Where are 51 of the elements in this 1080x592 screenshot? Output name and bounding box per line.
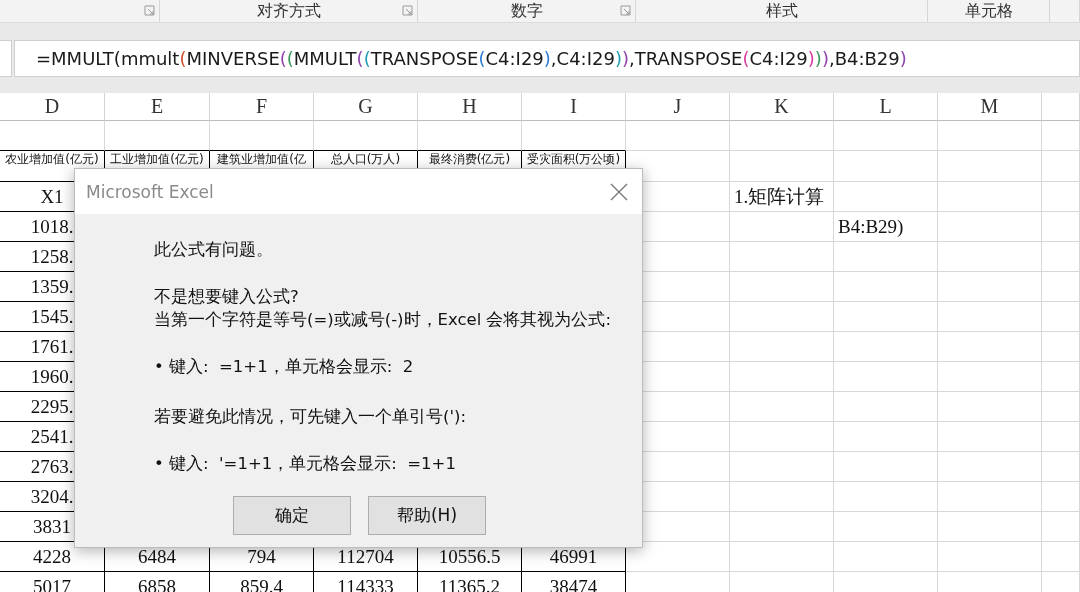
dialog-button[interactable]: 确定 (233, 496, 351, 535)
dialog-button[interactable]: 帮助(H) (368, 496, 486, 535)
dialog-launcher-icon[interactable] (402, 5, 413, 16)
column-header[interactable]: L (834, 93, 938, 121)
table-cell: 38474 (522, 572, 626, 592)
empty-cell (1042, 302, 1080, 332)
empty-cell (1042, 482, 1080, 512)
column-header[interactable]: J (626, 93, 730, 121)
name-box[interactable] (0, 40, 12, 77)
ribbon-group-label: 单元格 (964, 1, 1013, 21)
column-header[interactable]: G (314, 93, 418, 121)
column-header[interactable]: F (210, 93, 314, 121)
column-header[interactable]: K (730, 93, 834, 121)
empty-cell (1042, 512, 1080, 542)
column-header[interactable]: H (418, 93, 522, 121)
ribbon-group-label: 数字 (510, 1, 543, 21)
column-header[interactable]: I (522, 93, 626, 121)
table-cell: 114333 (314, 572, 418, 592)
close-icon[interactable] (610, 182, 628, 201)
empty-cell (1042, 242, 1080, 272)
empty-cell (1042, 392, 1080, 422)
table-cell: 5017 (0, 572, 105, 592)
message-text: 当第一个字符是等号(=)或减号(-)时，Excel 会将其视为公式: (154, 309, 612, 331)
empty-cell (1042, 542, 1080, 572)
message-text: • 键入: '=1+1，单元格会显示: =1+1 (154, 453, 457, 475)
formula-field[interactable]: =MMULT(mmult(MINVERSE((MMULT((TRANSPOSE(C4:I29),C4:I29)),TRANSPOSE(C4:I29))),B4:B29) (14, 40, 1080, 77)
message-text: 不是想要键入公式? (154, 286, 300, 308)
column-header[interactable]: M (938, 93, 1042, 121)
message-text: • 键入: =1+1，单元格会显示: 2 (154, 356, 415, 378)
table-cell: 1.矩阵计算 (730, 182, 834, 212)
ribbon-group-label: 对齐方式 (256, 1, 321, 21)
empty-cell (1042, 121, 1080, 151)
message-text: 此公式有问题。 (154, 239, 274, 261)
empty-cell (1042, 452, 1080, 482)
table-cell: 6858 (105, 572, 210, 592)
empty-cell (1042, 362, 1080, 392)
empty-cell (1042, 272, 1080, 302)
dialog-launcher-icon[interactable] (620, 5, 631, 16)
column-header[interactable]: E (105, 93, 210, 121)
table-cell: 11365.2 (418, 572, 522, 592)
empty-cell (1042, 422, 1080, 452)
empty-cell (1042, 182, 1080, 212)
column-header[interactable] (1042, 93, 1080, 121)
empty-cell (1042, 212, 1080, 242)
dialog-launcher-icon[interactable] (144, 5, 155, 16)
ribbon-group-label: 样式 (765, 1, 798, 21)
message-text: 若要避免此情况，可先键入一个单引号('): (154, 406, 467, 428)
column-header[interactable]: D (0, 93, 105, 121)
empty-cell (1042, 332, 1080, 362)
table-cell: B4:B29) (834, 212, 938, 242)
table-cell: 859.4 (210, 572, 314, 592)
